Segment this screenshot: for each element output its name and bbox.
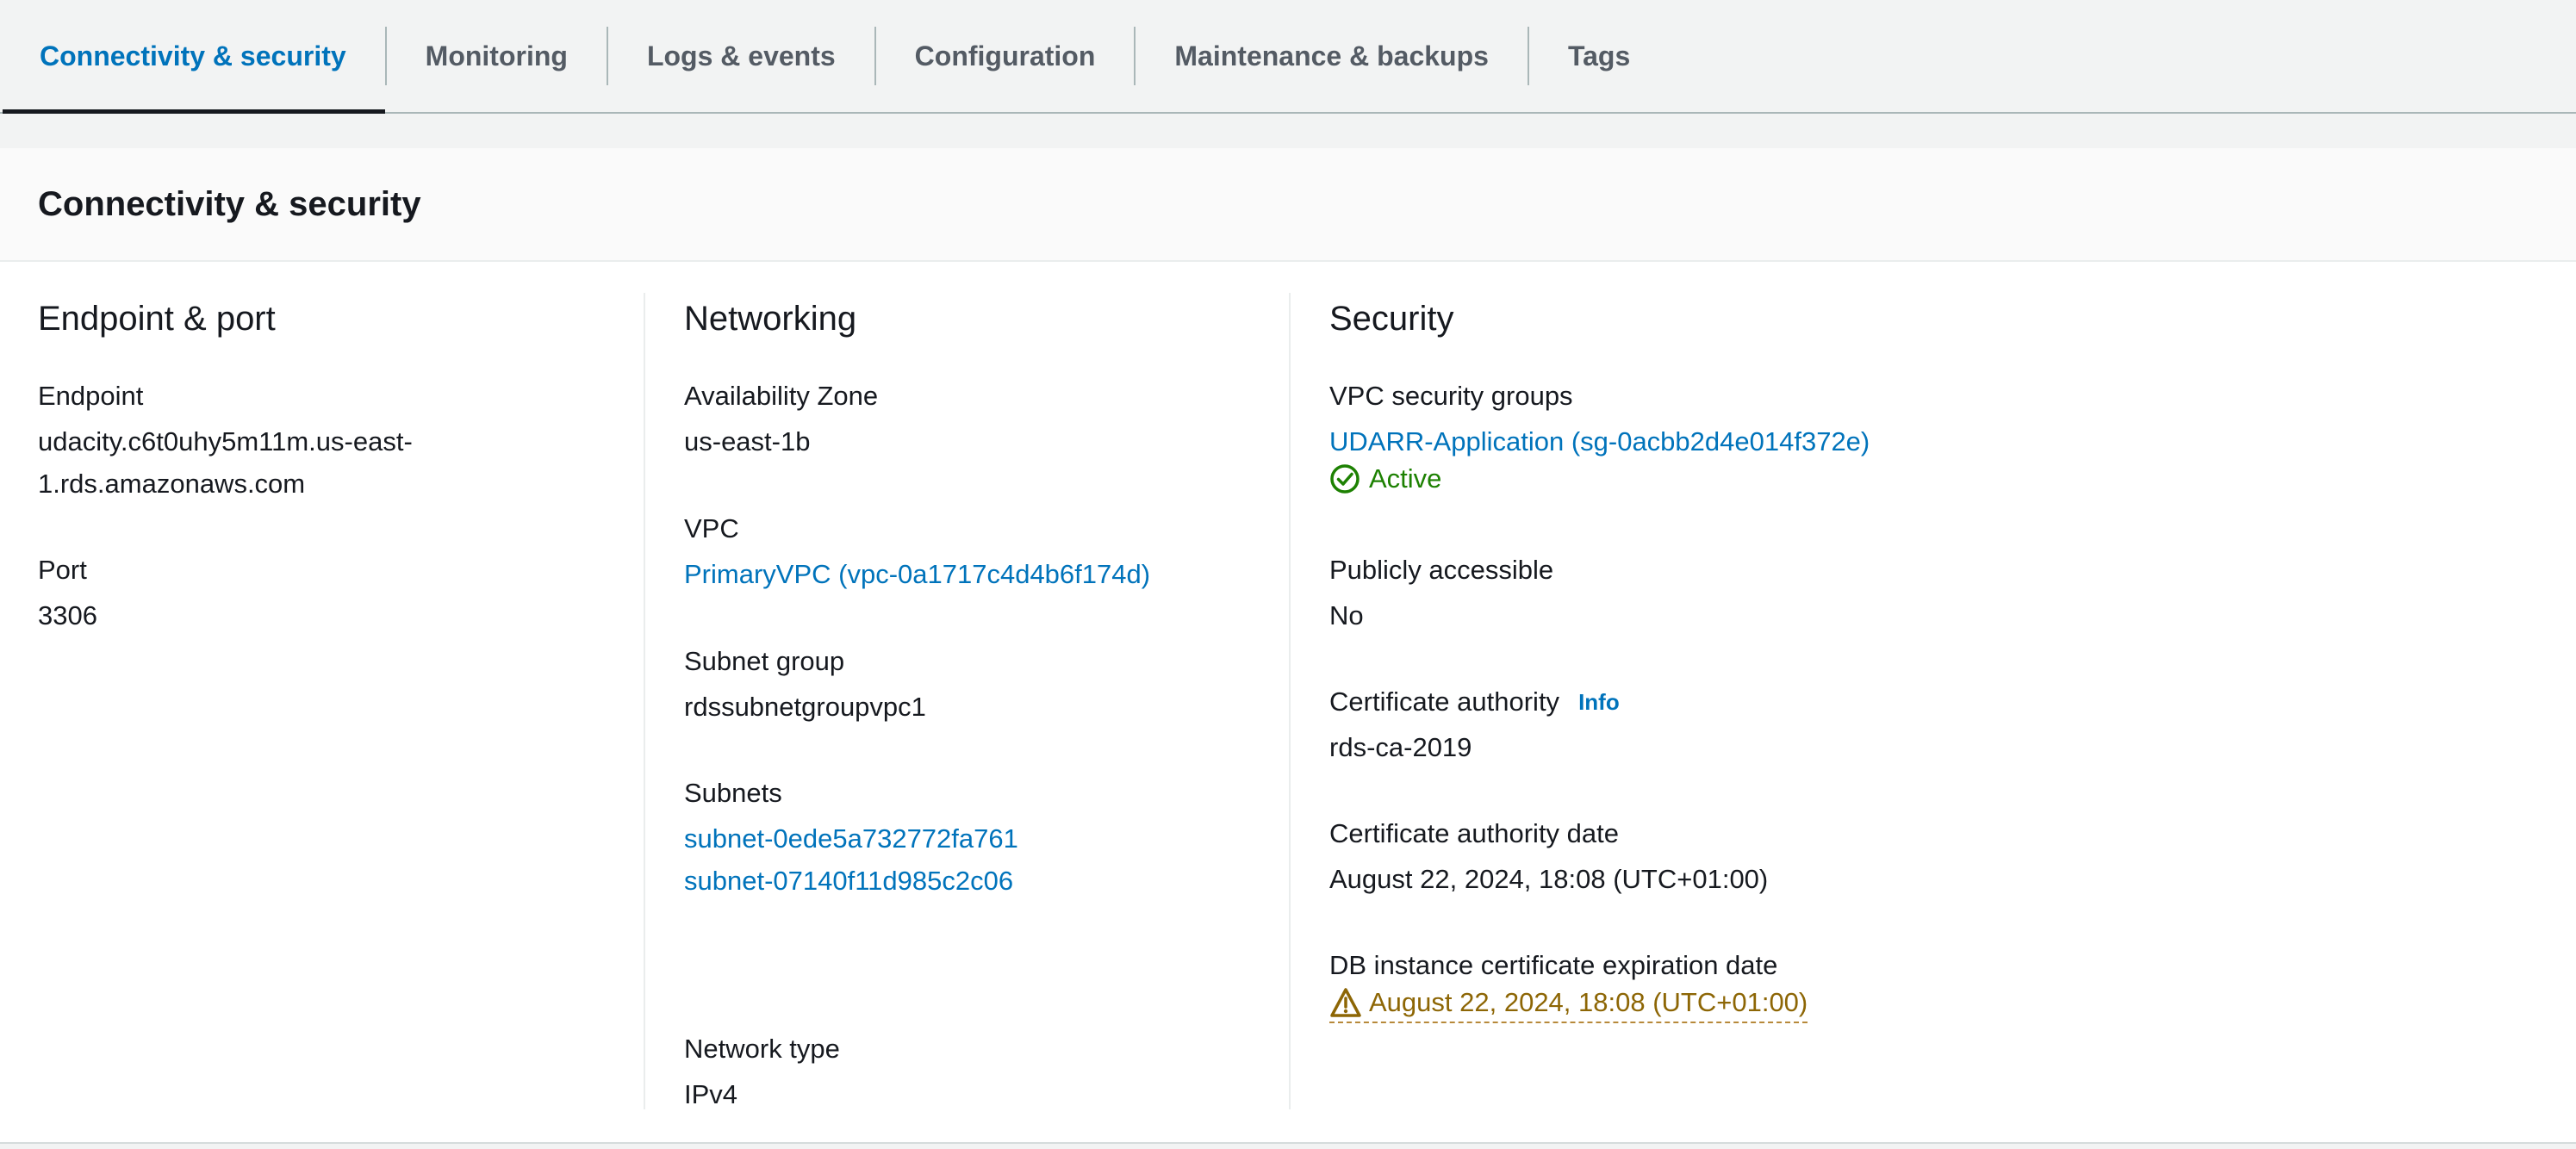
certificate-expiration-value: August 22, 2024, 18:08 (UTC+01:00) <box>1369 987 1808 1017</box>
subnet-link[interactable]: subnet-07140f11d985c2c06 <box>684 860 1018 902</box>
publicly-accessible-label: Publicly accessible <box>1329 555 1554 585</box>
certificate-expiration-label: DB instance certificate expiration date <box>1329 950 1778 980</box>
tab-bar: Connectivity & security Monitoring Logs … <box>0 0 2576 114</box>
certificate-authority-label: Certificate authority <box>1329 686 1560 717</box>
subnet-group-label: Subnet group <box>684 646 845 676</box>
endpoint-value: udacity.c6t0uhy5m11m.us-east- 1.rds.amaz… <box>38 420 413 505</box>
info-link[interactable]: Info <box>1578 689 1620 716</box>
availability-zone-value: us-east-1b <box>684 426 811 456</box>
tab-connectivity-security[interactable]: Connectivity & security <box>0 0 385 114</box>
tab-configuration[interactable]: Configuration <box>876 0 1135 112</box>
endpoint-value-line-1: udacity.c6t0uhy5m11m.us-east- <box>38 426 413 456</box>
vpc-security-groups-label: VPC security groups <box>1329 381 1573 411</box>
connectivity-security-panel: Connectivity & security Endpoint & port … <box>0 148 2576 1149</box>
details-columns: Endpoint & port Endpoint udacity.c6t0uhy… <box>0 293 2576 1132</box>
column-divider <box>1289 293 1291 1109</box>
certificate-authority-date-value: August 22, 2024, 18:08 (UTC+01:00) <box>1329 864 1769 894</box>
warning-triangle-icon <box>1330 988 1361 1017</box>
networking-heading: Networking <box>684 300 857 338</box>
network-type-label: Network type <box>684 1034 840 1064</box>
tab-tags[interactable]: Tags <box>1529 0 1669 112</box>
tab-monitoring[interactable]: Monitoring <box>387 0 607 112</box>
security-group-link[interactable]: UDARR-Application (sg-0acbb2d4e014f372e) <box>1329 420 1870 463</box>
endpoint-label: Endpoint <box>38 381 144 411</box>
tab-maintenance-backups[interactable]: Maintenance & backups <box>1136 0 1528 112</box>
endpoint-port-heading: Endpoint & port <box>38 300 276 338</box>
certificate-expiration-warning[interactable]: August 22, 2024, 18:08 (UTC+01:00) <box>1329 987 1808 1023</box>
tab-logs-events[interactable]: Logs & events <box>608 0 874 112</box>
publicly-accessible-value: No <box>1329 600 1364 630</box>
status-text: Active <box>1369 463 1442 494</box>
vpc-label: VPC <box>684 513 739 543</box>
vpc-link[interactable]: PrimaryVPC (vpc-0a1717c4d4b6f174d) <box>684 553 1150 595</box>
check-circle-icon <box>1330 464 1360 494</box>
bottom-border <box>0 1142 2576 1149</box>
port-label: Port <box>38 555 87 585</box>
panel-header: Connectivity & security <box>0 148 2576 262</box>
column-divider <box>644 293 645 1109</box>
security-group-status: Active <box>1329 463 1441 494</box>
port-value: 3306 <box>38 600 97 630</box>
networking-column: Networking Availability Zone us-east-1b … <box>684 293 1287 1109</box>
endpoint-value-line-2: 1.rds.amazonaws.com <box>38 469 306 499</box>
subnet-link[interactable]: subnet-0ede5a732772fa761 <box>684 817 1018 860</box>
subnets-list: subnet-0ede5a732772fa761 subnet-07140f11… <box>684 817 1018 902</box>
network-type-value: IPv4 <box>684 1079 738 1109</box>
certificate-authority-value: rds-ca-2019 <box>1329 732 1472 762</box>
panel-title: Connectivity & security <box>38 184 421 223</box>
endpoint-port-column: Endpoint & port Endpoint udacity.c6t0uhy… <box>38 293 641 1109</box>
availability-zone-label: Availability Zone <box>684 381 879 411</box>
certificate-authority-label-row: Certificate authority Info <box>1329 686 1620 717</box>
security-column: Security VPC security groups UDARR-Appli… <box>1329 293 2363 1109</box>
security-heading: Security <box>1329 300 1454 338</box>
subnet-group-value: rdssubnetgroupvpc1 <box>684 692 926 722</box>
subnets-label: Subnets <box>684 778 782 808</box>
certificate-authority-date-label: Certificate authority date <box>1329 818 1620 848</box>
